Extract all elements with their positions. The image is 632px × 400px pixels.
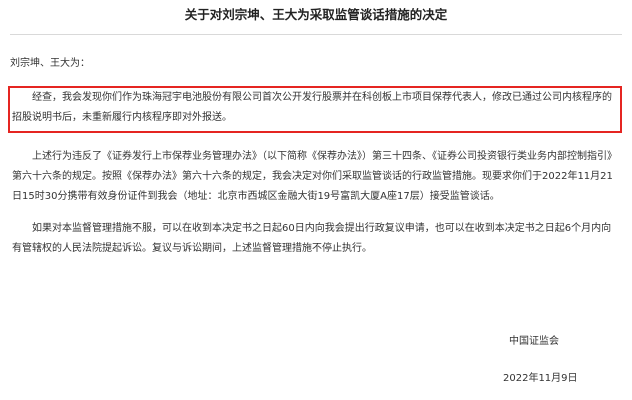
- paragraph-findings: 经查，我会发现你们作为珠海冠宇电池股份有限公司首次公开发行股票并在科创板上市项目…: [12, 92, 612, 123]
- document-title: 关于对刘宗坤、王大为采取监管谈话措施的决定: [184, 7, 448, 22]
- title-divider: [10, 34, 622, 35]
- issue-date: 2022年11月9日: [503, 373, 578, 384]
- paragraph-violation: 上述行为违反了《证券发行上市保荐业务管理办法》（以下简称《保荐办法》）第三十四条…: [12, 151, 617, 202]
- paragraph-appeal: 如果对本监督管理措施不服，可以在收到本决定书之日起60日内向我会提出行政复议申请…: [12, 223, 612, 254]
- issuer: 中国证监会: [509, 336, 559, 347]
- salutation: 刘宗坤、王大为：: [10, 58, 90, 69]
